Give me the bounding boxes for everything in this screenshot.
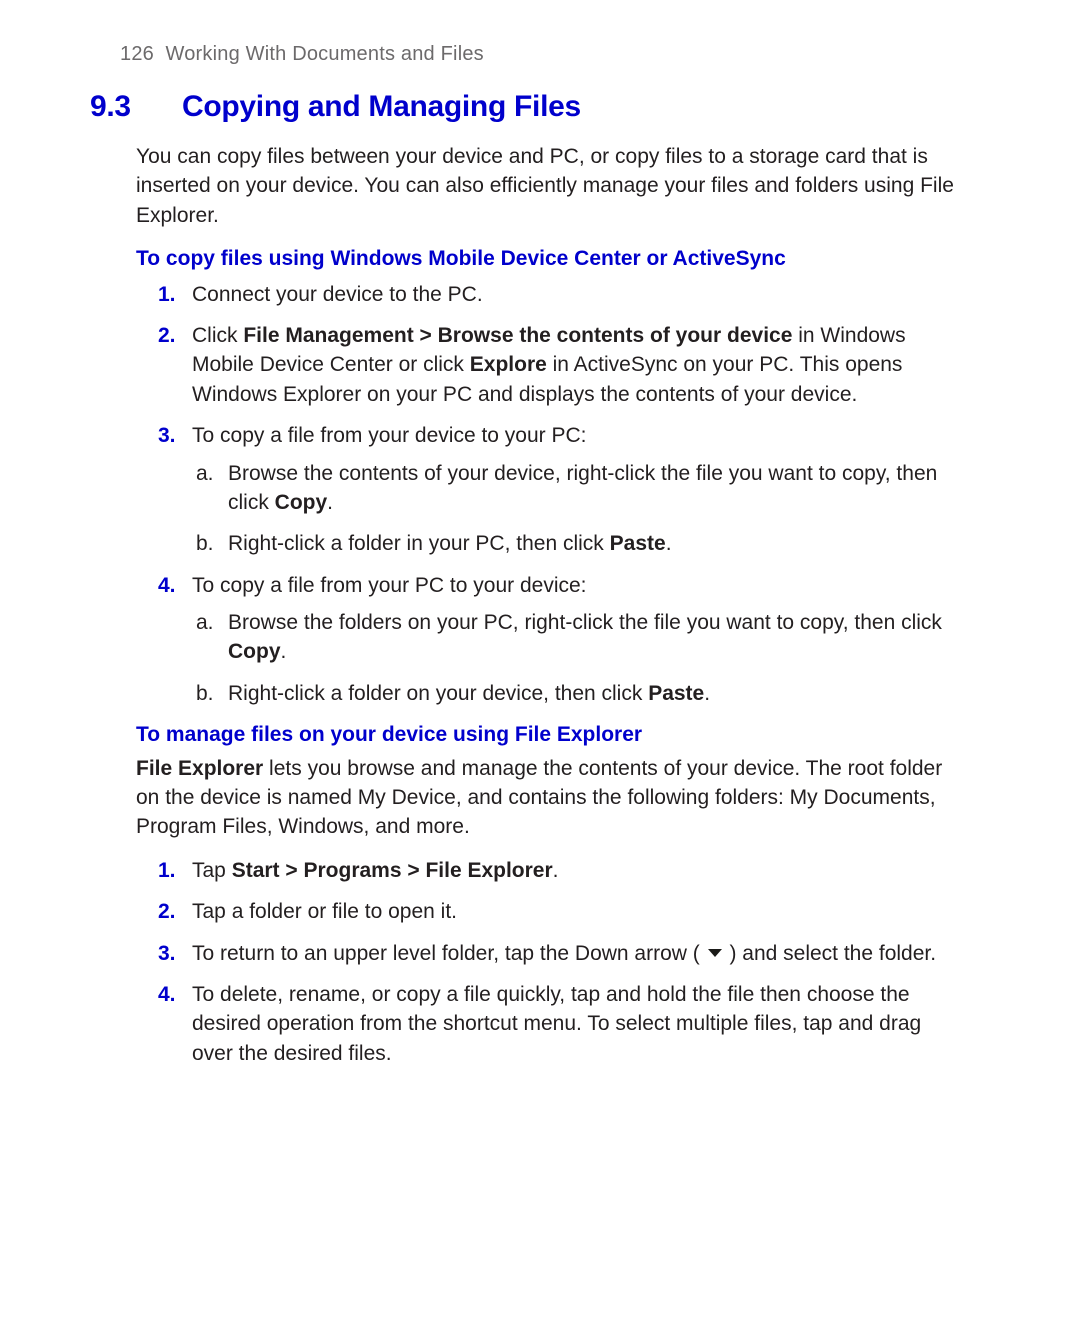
procedure-list-copy: 1. Connect your device to the PC. 2. Cli… <box>152 280 965 709</box>
procedure-heading-manage: To manage files on your device using Fil… <box>136 720 965 749</box>
section-heading: 9.3Copying and Managing Files <box>182 86 965 128</box>
list-marker: a. <box>196 608 214 637</box>
list-text: To return to an upper level folder, tap … <box>192 942 936 965</box>
list-text: Right-click a folder on your device, the… <box>228 682 710 705</box>
list-marker: 2. <box>158 897 176 926</box>
section-number: 9.3 <box>136 86 182 128</box>
list-text: To copy a file from your PC to your devi… <box>192 574 587 597</box>
list-marker: 4. <box>158 571 176 600</box>
list-item: 1. Tap Start > Programs > File Explorer. <box>152 856 965 885</box>
chapter-title: Working With Documents and Files <box>166 43 484 65</box>
list-item: 3. To copy a file from your device to yo… <box>152 421 965 559</box>
list-item: b. Right-click a folder in your PC, then… <box>192 529 965 558</box>
list-item: 2. Click File Management > Browse the co… <box>152 321 965 409</box>
list-text: Connect your device to the PC. <box>192 283 483 306</box>
list-text: Tap a folder or file to open it. <box>192 900 457 923</box>
list-item: 1. Connect your device to the PC. <box>152 280 965 309</box>
list-marker: 3. <box>158 421 176 450</box>
list-item: b. Right-click a folder on your device, … <box>192 679 965 708</box>
procedure-heading-copy: To copy files using Windows Mobile Devic… <box>136 244 965 273</box>
list-item: a. Browse the folders on your PC, right-… <box>192 608 965 667</box>
page-number: 126 <box>120 43 154 65</box>
list-text: Right-click a folder in your PC, then cl… <box>228 532 672 555</box>
list-item: 2. Tap a folder or file to open it. <box>152 897 965 926</box>
procedure-intro: File Explorer lets you browse and manage… <box>136 754 965 842</box>
list-item: 4. To delete, rename, or copy a file qui… <box>152 980 965 1068</box>
section-title: Copying and Managing Files <box>182 90 581 123</box>
list-text: Click File Management > Browse the conte… <box>192 324 906 406</box>
procedure-list-manage: 1. Tap Start > Programs > File Explorer.… <box>152 856 965 1068</box>
list-text: To delete, rename, or copy a file quickl… <box>192 983 921 1065</box>
list-marker: a. <box>196 459 214 488</box>
list-item: a. Browse the contents of your device, r… <box>192 459 965 518</box>
list-marker: 1. <box>158 856 176 885</box>
list-marker: 1. <box>158 280 176 309</box>
sub-list: a. Browse the folders on your PC, right-… <box>192 608 965 708</box>
list-marker: 3. <box>158 939 176 968</box>
sub-list: a. Browse the contents of your device, r… <box>192 459 965 559</box>
list-marker: b. <box>196 679 214 708</box>
list-text: Browse the folders on your PC, right-cli… <box>228 611 942 663</box>
running-head: 126 Working With Documents and Files <box>120 40 965 68</box>
list-marker: 4. <box>158 980 176 1009</box>
list-text: To copy a file from your device to your … <box>192 424 587 447</box>
section-intro: You can copy files between your device a… <box>136 142 965 230</box>
down-arrow-icon <box>708 949 722 957</box>
list-marker: b. <box>196 529 214 558</box>
document-page: 126 Working With Documents and Files 9.3… <box>0 0 1080 1120</box>
list-text: Tap Start > Programs > File Explorer. <box>192 859 559 882</box>
list-text: Browse the contents of your device, righ… <box>228 462 937 514</box>
list-item: 4. To copy a file from your PC to your d… <box>152 571 965 709</box>
list-item: 3. To return to an upper level folder, t… <box>152 939 965 968</box>
list-marker: 2. <box>158 321 176 350</box>
